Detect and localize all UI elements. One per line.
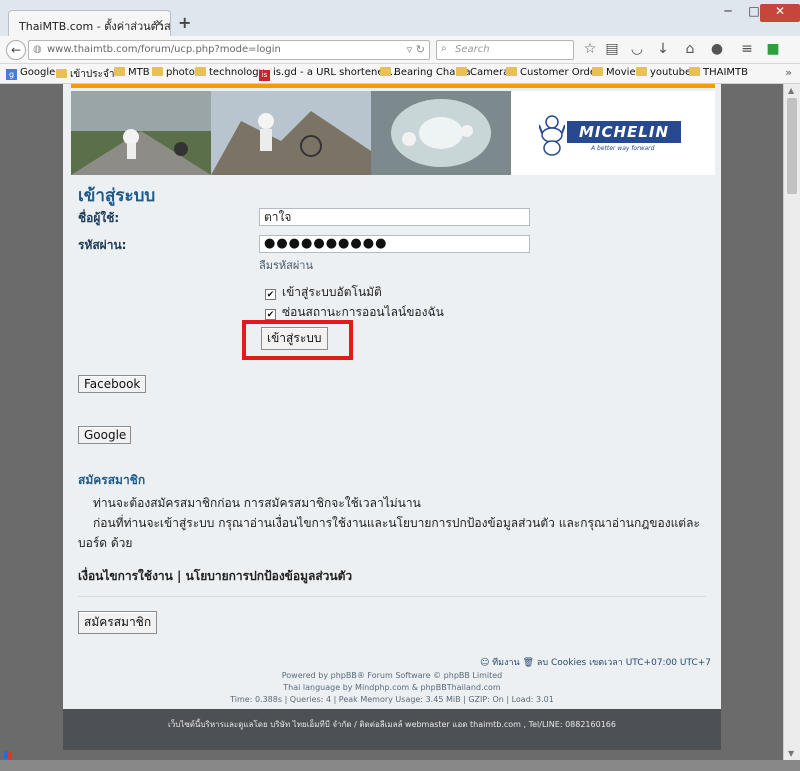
folder-icon [195, 67, 206, 76]
folder-icon [506, 67, 517, 76]
folder-icon [689, 67, 700, 76]
hide-online-checkbox[interactable]: ✔ [265, 309, 276, 320]
close-tab-icon[interactable]: ✕ [155, 17, 164, 30]
login-title: เข้าสู่ระบบ [78, 186, 156, 206]
search-icon: ⌕ [441, 43, 447, 54]
username-field[interactable]: ตาใจ [259, 208, 530, 226]
chat-icon[interactable]: ● [708, 41, 726, 57]
bookmark-isgd[interactable]: is is.gd - a URL shortener... [259, 67, 396, 81]
tab-strip: ThaiMTB.com - ตั้งค่าส่วนตัวสมา... ✕ + ─… [0, 0, 800, 37]
footer-links: ☺ ทีมงาน 🗑 ลบ Cookies เขตเวลา UTC+07:00 … [480, 655, 711, 669]
scroll-down-icon[interactable]: ▼ [788, 749, 794, 758]
vertical-scrollbar[interactable]: ▲ ▼ [783, 84, 800, 760]
back-icon[interactable]: ← [6, 40, 26, 60]
address-bar[interactable]: ◍ www.thaimtb.com/forum/ucp.php?mode=log… [28, 40, 430, 60]
scroll-thumb[interactable] [787, 98, 797, 194]
banner-photo-rocks [211, 91, 371, 175]
password-field[interactable]: ●●●●●●●●●● [259, 235, 530, 253]
tab-title: ThaiMTB.com - ตั้งค่าส่วนตัวสมา... [19, 20, 171, 33]
forum-page: MICHELIN A better way forward เข้าสู่ระบ… [63, 84, 721, 750]
divider [78, 596, 706, 597]
login-button[interactable]: เข้าสู่ระบบ [261, 327, 328, 350]
download-icon[interactable]: ↓ [654, 41, 672, 57]
bookmark-folder[interactable]: MTB [114, 67, 150, 78]
folder-icon [114, 67, 125, 76]
powered-by-text: Powered by phpBB® Forum Software © phpBB… [281, 671, 503, 680]
bookmark-folder[interactable]: เข้าประจำ [56, 67, 114, 82]
folder-icon [456, 67, 467, 76]
banner-photo-tunnel [371, 91, 511, 175]
bookmark-folder[interactable]: Customer Order [506, 67, 600, 78]
timezone-text: เขตเวลา UTC+07:00 UTC+7 [589, 658, 711, 668]
new-tab-icon[interactable]: + [178, 13, 191, 32]
register-button[interactable]: สมัครสมาชิก [78, 611, 158, 634]
register-text-2: ก่อนที่ท่านจะเข้าสู่ระบบ กรุณาอ่านเงื่อน… [93, 516, 700, 530]
bibendum-icon [539, 115, 565, 156]
minimize-icon[interactable]: ─ [715, 4, 741, 22]
folder-icon [380, 67, 391, 76]
delete-cookies-link[interactable]: ลบ Cookies [537, 658, 586, 668]
banner-photo-park [71, 91, 211, 175]
bookmarks-bar: g Google เข้าประจำ MTB photo technology i… [0, 64, 800, 84]
bookmark-folder[interactable]: youtube [636, 67, 691, 78]
michelin-tagline: A better way forward [591, 145, 655, 152]
register-text-3: บอร์ด ด้วย [78, 536, 133, 550]
google-icon: g [6, 69, 17, 80]
home-icon[interactable]: ⌂ [681, 41, 699, 57]
team-link[interactable]: ทีมงาน [492, 658, 519, 668]
bookmark-folder[interactable]: photo [152, 67, 195, 78]
footer-contact-text: เว็บไซต์นี้บริหารและดูแลโดย บริษัท ไทยเอ… [168, 720, 616, 729]
auto-login-label: เข้าสู่ระบบอัตโนมัติ [282, 285, 382, 299]
google-login-button[interactable]: Google [78, 426, 131, 444]
addon-icon[interactable]: ■ [764, 41, 782, 57]
window-close-icon[interactable]: ✕ [760, 4, 800, 22]
auto-login-row[interactable]: ✔ เข้าสู่ระบบอัตโนมัติ [265, 283, 382, 302]
scroll-up-icon[interactable]: ▲ [788, 86, 794, 95]
bookmark-folder[interactable]: Movie [592, 67, 636, 78]
michelin-banner[interactable]: MICHELIN A better way forward [71, 91, 715, 175]
search-placeholder: Search [455, 44, 490, 55]
username-label: ชื่อผู้ใช้: [78, 211, 120, 225]
menu-icon[interactable]: ≡ [738, 41, 756, 57]
search-input[interactable]: ⌕ Search [436, 40, 574, 60]
michelin-wordmark: MICHELIN [567, 121, 681, 143]
terms-privacy-links[interactable]: เงื่อนไขการใช้งาน | นโยบายการปกป้องข้อมู… [78, 567, 352, 586]
bookmark-folder[interactable]: Camera [456, 67, 509, 78]
bookmark-folder[interactable]: THAIMTB [689, 67, 748, 78]
page-stats: Time: 0.388s | Queries: 4 | Peak Memory … [230, 695, 554, 704]
navigation-bar: ← ◍ www.thaimtb.com/forum/ucp.php?mode=l… [0, 36, 800, 64]
folder-icon [152, 67, 163, 76]
auto-login-checkbox[interactable]: ✔ [265, 289, 276, 300]
thai-language-credit: Thai language by Mindphp.com & phpBBThai… [283, 683, 501, 692]
hide-online-label: ซ่อนสถานะการออนไลน์ของฉัน [282, 305, 444, 319]
browser-tab[interactable]: ThaiMTB.com - ตั้งค่าส่วนตัวสมา... ✕ [8, 10, 171, 37]
folder-icon [56, 69, 67, 78]
reading-list-icon[interactable]: ▤ [603, 41, 621, 57]
url-text: www.thaimtb.com/forum/ucp.php?mode=login [47, 44, 281, 55]
more-bookmarks-icon[interactable]: » [785, 66, 792, 79]
reload-icon[interactable]: ▿ ↻ [407, 43, 425, 56]
password-label: รหัสผ่าน: [78, 238, 127, 252]
bookmark-google[interactable]: g Google [6, 67, 55, 80]
folder-icon [636, 67, 647, 76]
globe-icon: ◍ [33, 44, 42, 55]
folder-icon [592, 67, 603, 76]
register-text-1: ท่านจะต้องสมัครสมาชิกก่อน การสมัครสมาชิก… [93, 496, 421, 510]
status-icon [4, 751, 12, 759]
site-footer: เว็บไซต์นี้บริหารและดูแลโดย บริษัท ไทยเอ… [63, 709, 721, 750]
bookmark-folder[interactable]: technology [195, 67, 265, 78]
register-title: สมัครสมาชิก [78, 473, 146, 487]
team-icon: ☺ [479, 658, 490, 668]
trash-icon: 🗑 [522, 658, 534, 668]
isgd-icon: is [259, 70, 270, 81]
michelin-logo: MICHELIN A better way forward [531, 99, 711, 169]
header-accent-bar [71, 84, 715, 88]
facebook-login-button[interactable]: Facebook [78, 375, 146, 393]
pocket-icon[interactable]: ◡ [628, 41, 646, 57]
forgot-password-link[interactable]: ลืมรหัสผ่าน [259, 256, 313, 274]
bookmark-star-icon[interactable]: ☆ [581, 41, 599, 57]
